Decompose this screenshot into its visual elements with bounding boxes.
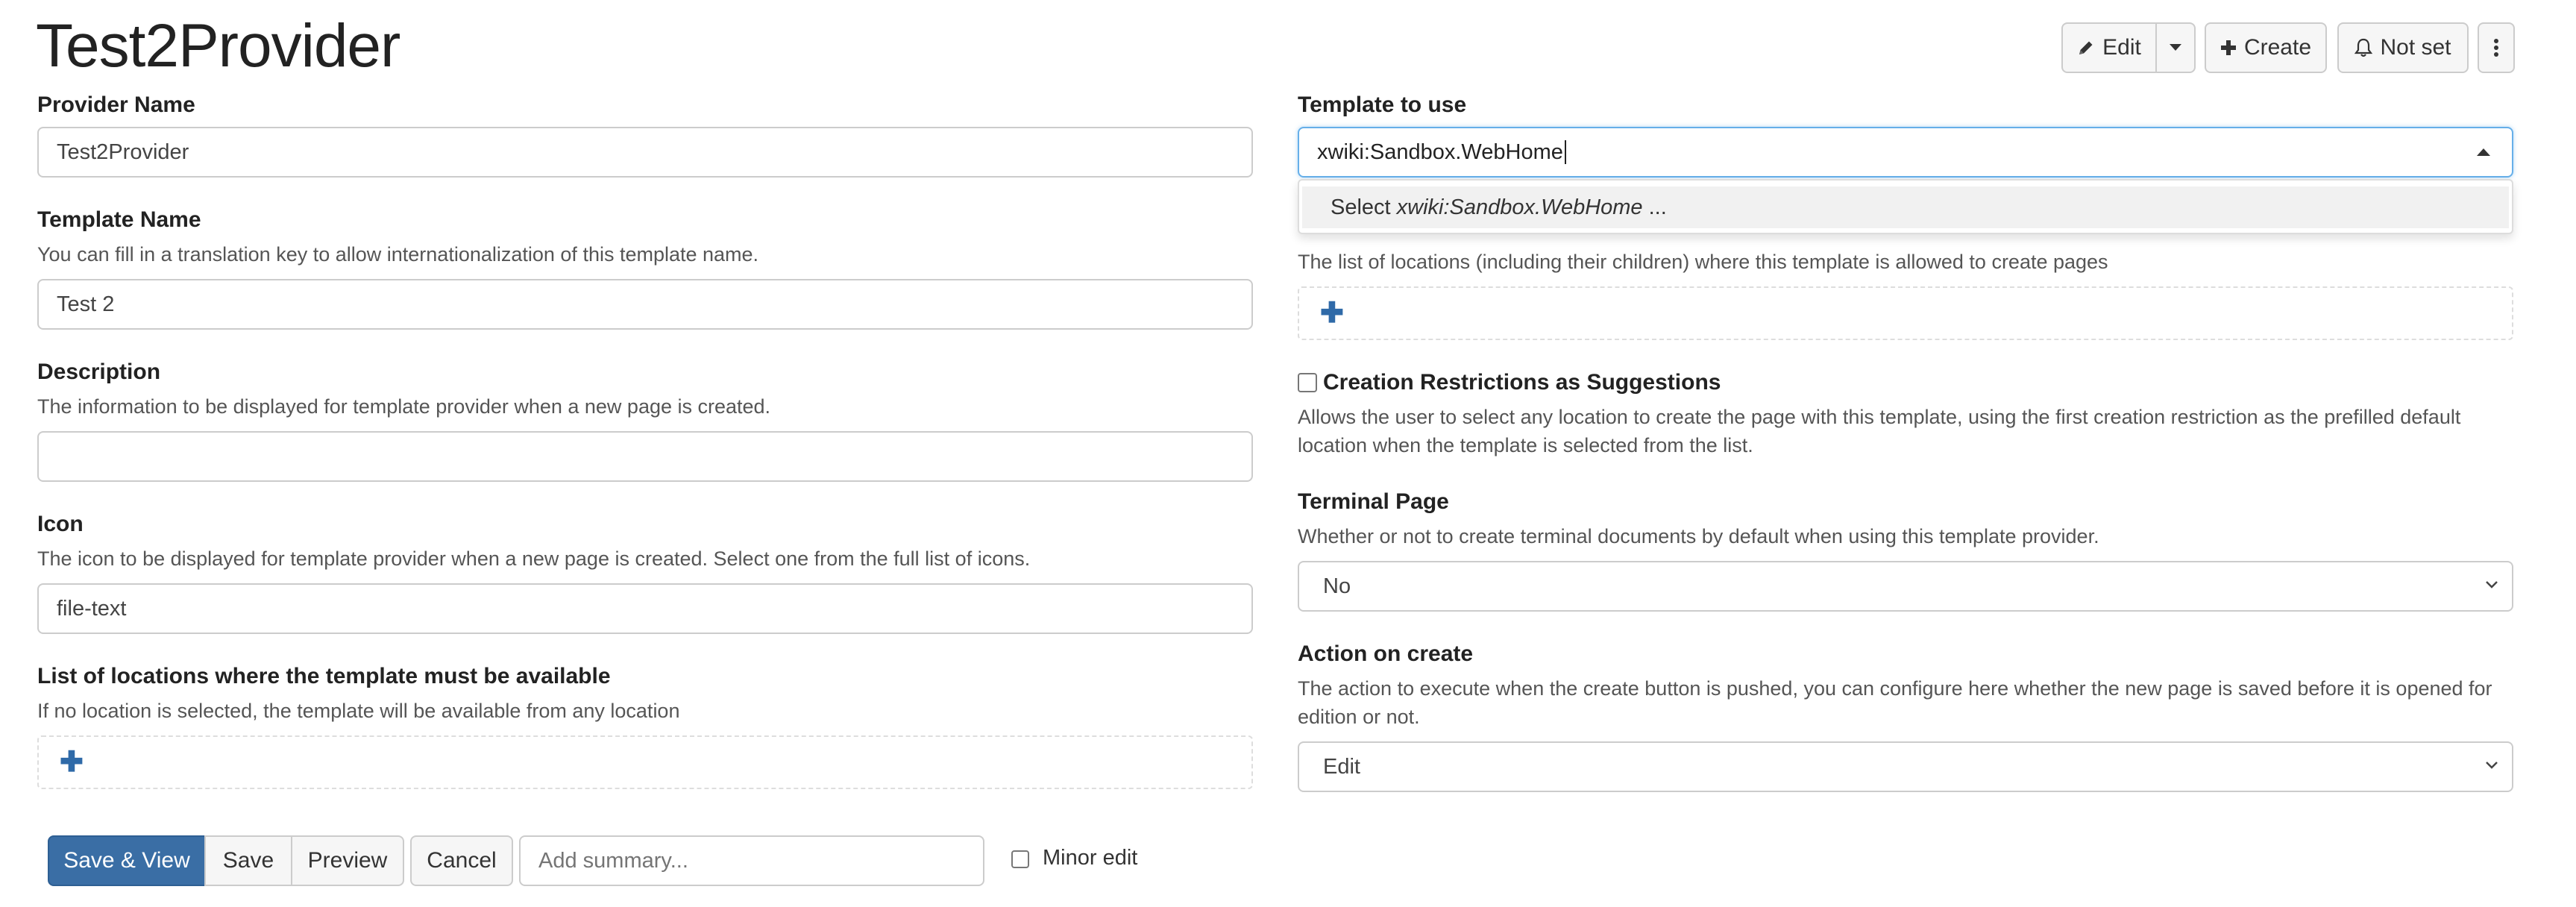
action-on-create-label: Action on create (1298, 641, 1474, 666)
edit-button-label: Edit (2102, 35, 2141, 60)
terminal-page-label: Terminal Page (1298, 489, 1449, 514)
notifications-button-label: Not set (2380, 35, 2451, 60)
template-name-label: Template Name (37, 207, 201, 232)
creation-restrictions-hint: The list of locations (including their c… (1298, 251, 2108, 273)
suggestion-value: xwiki:Sandbox.WebHome (1396, 195, 1643, 219)
template-to-use-label: Template to use (1298, 92, 1467, 117)
preview-label: Preview (307, 848, 388, 873)
creation-restrictions-picker[interactable]: ✚ (1298, 286, 2513, 340)
more-vertical-icon (2494, 39, 2498, 57)
terminal-page-select[interactable]: No (1298, 561, 2513, 612)
locations-picker[interactable]: ✚ (37, 735, 1253, 789)
bell-icon (2354, 38, 2373, 57)
action-on-create-hint: The action to execute when the create bu… (1298, 677, 2492, 728)
template-suggestion-item[interactable]: Select xwiki:Sandbox.WebHome ... (1302, 186, 2509, 228)
cancel-button[interactable]: Cancel (410, 835, 513, 886)
add-restriction-icon[interactable]: ✚ (1320, 299, 1344, 327)
preview-button[interactable]: Preview (291, 835, 404, 886)
notifications-button[interactable]: Not set (2337, 22, 2469, 73)
save-label: Save (222, 848, 274, 873)
save-and-view-button[interactable]: Save & View (48, 835, 206, 886)
summary-input[interactable] (519, 835, 984, 886)
create-button-label: Create (2243, 35, 2312, 60)
suggestion-prefix: Select (1331, 195, 1397, 219)
icon-hint: The icon to be displayed for template pr… (37, 547, 1031, 570)
cancel-label: Cancel (427, 848, 497, 873)
provider-name-label: Provider Name (37, 92, 195, 117)
terminal-page-value: No (1323, 574, 1351, 598)
template-to-use-input[interactable]: xwiki:Sandbox.WebHome (1298, 127, 2513, 178)
restrictions-as-suggestions-checkbox[interactable] (1298, 373, 1317, 392)
icon-label: Icon (37, 512, 84, 536)
template-name-value: Test 2 (57, 292, 115, 316)
chevron-down-icon (2486, 762, 2498, 769)
save-and-view-label: Save & View (63, 848, 190, 873)
template-suggestions-dropdown: Select xwiki:Sandbox.WebHome ... (1298, 179, 2513, 234)
description-input[interactable] (37, 431, 1253, 482)
icon-input[interactable]: file-text (37, 583, 1253, 634)
add-location-icon[interactable]: ✚ (60, 748, 84, 776)
page-title: Test2Provider (36, 12, 400, 80)
minor-edit-checkbox[interactable] (1011, 850, 1029, 868)
minor-edit-label[interactable]: Minor edit (1043, 846, 1137, 870)
locations-hint: If no location is selected, the template… (37, 700, 680, 722)
more-actions-button[interactable] (2478, 22, 2515, 73)
icon-value: file-text (57, 596, 127, 621)
description-hint: The information to be displayed for temp… (37, 395, 771, 418)
plus-icon (2220, 40, 2236, 55)
text-cursor (1564, 140, 1566, 164)
suggestion-suffix: ... (1642, 195, 1667, 219)
save-button[interactable]: Save (204, 835, 292, 886)
description-label: Description (37, 360, 161, 384)
template-to-use-value: xwiki:Sandbox.WebHome (1317, 139, 1563, 164)
action-on-create-select[interactable]: Edit (1298, 741, 2513, 792)
provider-name-value: Test2Provider (57, 139, 189, 164)
restrictions-as-suggestions-label[interactable]: Creation Restrictions as Suggestions (1323, 370, 1721, 395)
restrictions-as-suggestions-hint: Allows the user to select any location t… (1298, 406, 2461, 456)
create-button[interactable]: Create (2205, 22, 2327, 73)
edit-options-toggle[interactable] (2155, 22, 2196, 73)
template-name-input[interactable]: Test 2 (37, 279, 1253, 330)
template-name-hint: You can fill in a translation key to all… (37, 243, 759, 266)
action-on-create-value: Edit (1323, 754, 1360, 779)
locations-label: List of locations where the template mus… (37, 664, 611, 688)
chevron-down-icon (2486, 581, 2498, 589)
edit-page: Test2Provider Edit Create Not set Provid… (0, 0, 2576, 907)
pencil-icon (2079, 41, 2093, 54)
provider-name-input[interactable]: Test2Provider (37, 127, 1253, 178)
caret-down-icon (2170, 44, 2181, 51)
edit-button[interactable]: Edit (2061, 22, 2157, 73)
terminal-page-hint: Whether or not to create terminal docume… (1298, 525, 2099, 547)
caret-up-icon[interactable] (2476, 147, 2491, 157)
